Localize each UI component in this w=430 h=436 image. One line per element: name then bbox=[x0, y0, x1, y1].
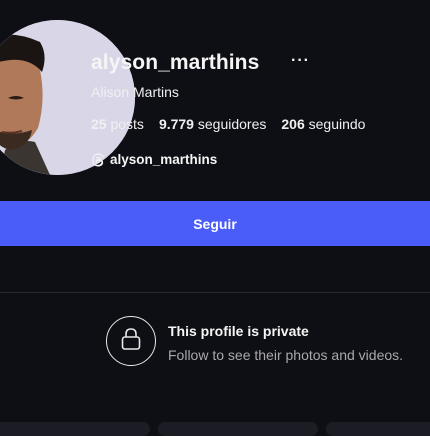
posts-label: posts bbox=[110, 116, 144, 132]
following-count: 206 bbox=[281, 116, 305, 132]
posts-count: 25 bbox=[91, 116, 107, 132]
section-divider bbox=[0, 292, 430, 293]
suggested-card[interactable] bbox=[158, 422, 318, 436]
profile-stats: 25 posts 9.779 seguidores 206 seguindo bbox=[91, 116, 365, 132]
threads-icon bbox=[91, 152, 105, 167]
suggested-profiles-strip bbox=[0, 422, 430, 436]
threads-link[interactable]: alyson_marthins bbox=[91, 152, 217, 167]
profile-username: alyson_marthins bbox=[91, 51, 260, 74]
more-options-button[interactable]: ··· bbox=[291, 53, 310, 69]
profile-full-name: Alison Martins bbox=[91, 84, 179, 100]
followers-stat[interactable]: 9.779 seguidores bbox=[159, 116, 266, 132]
suggested-card[interactable] bbox=[326, 422, 430, 436]
threads-handle: alyson_marthins bbox=[110, 152, 218, 167]
follow-button[interactable]: Seguir bbox=[0, 201, 430, 246]
following-label: seguindo bbox=[308, 116, 366, 132]
private-profile-subtitle: Follow to see their photos and videos. bbox=[168, 347, 404, 363]
following-stat[interactable]: 206 seguindo bbox=[281, 116, 365, 132]
private-profile-title: This profile is private bbox=[168, 323, 309, 339]
lock-icon-circle bbox=[106, 316, 156, 366]
posts-stat: 25 posts bbox=[91, 116, 144, 132]
followers-count: 9.779 bbox=[158, 116, 194, 132]
suggested-card[interactable] bbox=[0, 422, 150, 436]
followers-label: seguidores bbox=[197, 116, 267, 132]
lock-icon bbox=[120, 327, 142, 356]
